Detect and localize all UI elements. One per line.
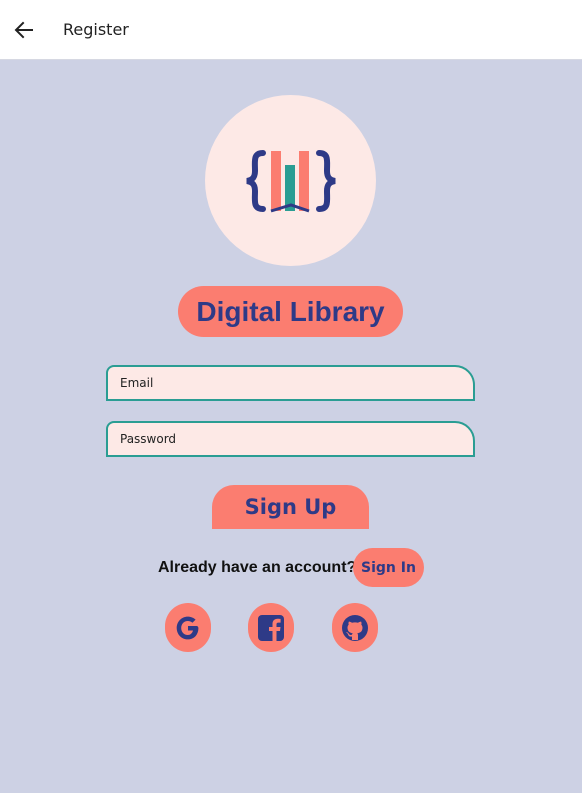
github-sign-in-button[interactable]	[332, 603, 378, 652]
github-icon	[342, 614, 368, 641]
app-logo	[205, 95, 376, 266]
facebook-sign-in-button[interactable]	[248, 603, 294, 652]
app-bar: Register	[0, 0, 582, 60]
sign-up-label: Sign Up	[244, 495, 337, 519]
app-title-badge: Digital Library	[178, 286, 403, 337]
facebook-icon	[258, 614, 284, 641]
app-title: Digital Library	[196, 295, 385, 327]
sign-up-button[interactable]: Sign Up	[212, 485, 369, 529]
google-icon	[176, 616, 199, 639]
arrow-left-icon	[14, 21, 33, 39]
password-input[interactable]	[118, 431, 473, 447]
books-in-braces-icon	[245, 149, 336, 212]
already-have-account-text: Already have an account?	[158, 559, 357, 576]
sign-in-button[interactable]: Sign In	[353, 548, 424, 587]
password-field[interactable]	[106, 421, 475, 457]
google-sign-in-button[interactable]	[165, 603, 211, 652]
email-field[interactable]	[106, 365, 475, 401]
email-input[interactable]	[118, 375, 473, 391]
page-title: Register	[63, 20, 129, 39]
sign-in-label: Sign In	[361, 559, 416, 576]
back-button[interactable]	[10, 16, 38, 44]
